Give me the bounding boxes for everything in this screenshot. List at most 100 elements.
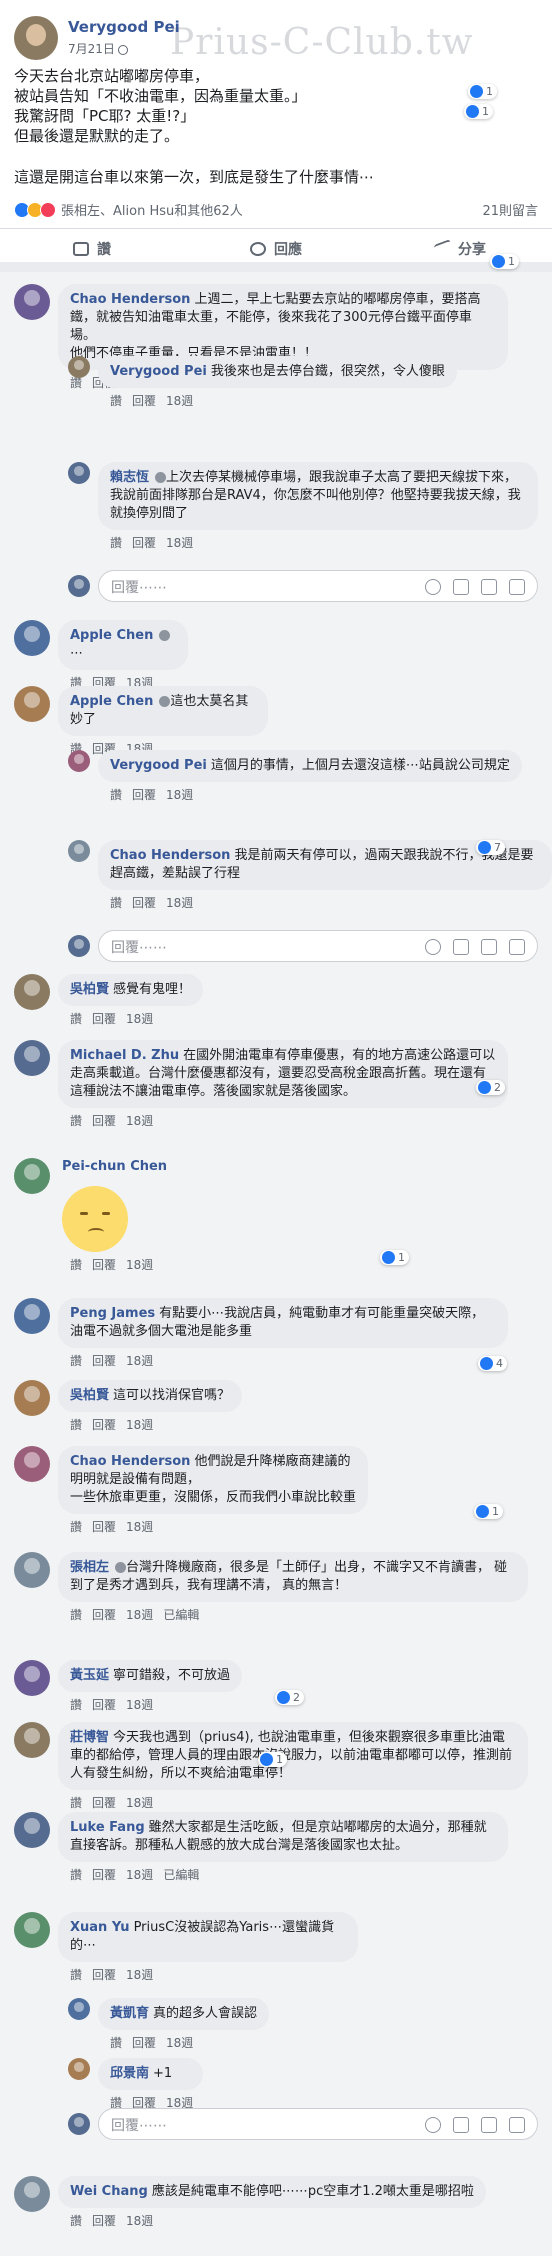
- comment-reply-link[interactable]: 回覆: [132, 394, 156, 408]
- gif-icon[interactable]: [481, 579, 497, 595]
- share-button[interactable]: 分享: [368, 229, 552, 268]
- comment-likes[interactable]: 1: [468, 84, 497, 99]
- commenter-avatar[interactable]: [14, 974, 50, 1010]
- sticker-icon[interactable]: [509, 939, 525, 955]
- comment-likes[interactable]: 4: [478, 1356, 507, 1371]
- post-date[interactable]: 7月21日: [68, 40, 128, 57]
- commenter-avatar[interactable]: [68, 750, 90, 772]
- comment-like-link[interactable]: 讚: [70, 1520, 82, 1534]
- gif-icon[interactable]: [481, 939, 497, 955]
- commenter-avatar[interactable]: [14, 1040, 50, 1076]
- comment-like-link[interactable]: 讚: [110, 2036, 122, 2050]
- comment-button[interactable]: 回應: [184, 229, 368, 268]
- comment-like-link[interactable]: 讚: [70, 2214, 82, 2228]
- comment-likes[interactable]: 7: [476, 840, 505, 855]
- comment-like-link[interactable]: 讚: [70, 1418, 82, 1432]
- commenter-avatar[interactable]: [14, 1660, 50, 1696]
- post-author[interactable]: Verygood Pei: [68, 18, 180, 36]
- camera-icon[interactable]: [453, 2117, 469, 2133]
- emoji-icon[interactable]: [425, 579, 441, 595]
- comment-like-link[interactable]: 讚: [110, 536, 122, 550]
- commenter-name[interactable]: Chao Henderson: [70, 292, 190, 307]
- comment-like-link[interactable]: 讚: [70, 1608, 82, 1622]
- commenter-name[interactable]: Apple Chen: [70, 694, 153, 709]
- camera-icon[interactable]: [453, 579, 469, 595]
- gif-icon[interactable]: [481, 2117, 497, 2133]
- comment-reply-link[interactable]: 回覆: [92, 2214, 116, 2228]
- comment-like-link[interactable]: 讚: [70, 1698, 82, 1712]
- commenter-name[interactable]: 張相左: [70, 1560, 109, 1575]
- comment-like-link[interactable]: 讚: [70, 1258, 82, 1272]
- commenter-avatar[interactable]: [14, 1722, 50, 1758]
- commenter-name[interactable]: 吳柏賢: [70, 982, 109, 997]
- commenter-avatar[interactable]: [14, 1298, 50, 1334]
- commenter-name[interactable]: Michael D. Zhu: [70, 1048, 179, 1063]
- commenter-avatar[interactable]: [14, 1446, 50, 1482]
- comment-likes[interactable]: 2: [476, 1080, 505, 1095]
- comment-reply-link[interactable]: 回覆: [92, 1796, 116, 1810]
- commenter-avatar[interactable]: [14, 686, 50, 722]
- commenter-avatar[interactable]: [68, 462, 90, 484]
- reactions-summary[interactable]: 張相左、Alion Hsu和其他62人: [14, 200, 243, 219]
- comment-like-link[interactable]: 讚: [70, 1354, 82, 1368]
- comment-likes[interactable]: 1: [380, 1250, 409, 1265]
- commenter-avatar[interactable]: [14, 620, 50, 656]
- commenter-avatar[interactable]: [14, 1812, 50, 1848]
- reply-input[interactable]: 回覆⋯⋯: [98, 570, 538, 602]
- author-avatar[interactable]: [14, 16, 58, 60]
- comment-reply-link[interactable]: 回覆: [92, 1698, 116, 1712]
- commenter-name[interactable]: 吳柏賢: [70, 1388, 109, 1403]
- comment-reply-link[interactable]: 回覆: [92, 1418, 116, 1432]
- sticker-icon[interactable]: [509, 579, 525, 595]
- comment-like-link[interactable]: 讚: [70, 1114, 82, 1128]
- commenter-name[interactable]: Chao Henderson: [110, 848, 230, 863]
- sticker-icon[interactable]: [509, 2117, 525, 2133]
- commenter-avatar[interactable]: [14, 284, 50, 320]
- commenter-name[interactable]: Chao Henderson: [70, 1454, 190, 1469]
- comment-like-link[interactable]: 讚: [70, 1796, 82, 1810]
- commenter-name[interactable]: Verygood Pei: [110, 364, 207, 379]
- comment-like-link[interactable]: 讚: [110, 788, 122, 802]
- commenter-name[interactable]: 莊博智: [70, 1730, 109, 1745]
- comment-reply-link[interactable]: 回覆: [132, 2036, 156, 2050]
- commenter-name[interactable]: 黃玉延: [70, 1668, 109, 1683]
- comment-count[interactable]: 21則留言: [482, 200, 538, 219]
- comment-reply-link[interactable]: 回覆: [132, 536, 156, 550]
- comment-reply-link[interactable]: 回覆: [92, 1114, 116, 1128]
- comment-reply-link[interactable]: 回覆: [92, 1968, 116, 1982]
- commenter-name[interactable]: Wei Chang: [70, 2184, 148, 2199]
- comment-reply-link[interactable]: 回覆: [92, 1608, 116, 1622]
- comment-reply-link[interactable]: 回覆: [92, 1258, 116, 1272]
- comment-reply-link[interactable]: 回覆: [92, 1868, 116, 1882]
- comment-likes[interactable]: 1: [258, 1752, 287, 1767]
- commenter-name[interactable]: 賴志恆: [110, 470, 149, 485]
- comment-reply-link[interactable]: 回覆: [92, 1520, 116, 1534]
- commenter-avatar[interactable]: [14, 1552, 50, 1588]
- comment-like-link[interactable]: 讚: [110, 394, 122, 408]
- like-button[interactable]: 讚: [0, 229, 184, 268]
- comment-likes[interactable]: 1: [464, 104, 493, 119]
- emoji-icon[interactable]: [425, 939, 441, 955]
- comment-like-link[interactable]: 讚: [70, 1868, 82, 1882]
- comment-like-link[interactable]: 讚: [110, 896, 122, 910]
- commenter-name[interactable]: Verygood Pei: [110, 758, 207, 773]
- commenter-avatar[interactable]: [68, 356, 90, 378]
- commenter-avatar[interactable]: [14, 1912, 50, 1948]
- comment-reply-link[interactable]: 回覆: [132, 788, 156, 802]
- comment-like-link[interactable]: 讚: [70, 1012, 82, 1026]
- camera-icon[interactable]: [453, 939, 469, 955]
- commenter-name[interactable]: 邱景南: [110, 2066, 149, 2081]
- reply-input[interactable]: 回覆⋯⋯: [98, 930, 538, 962]
- commenter-avatar[interactable]: [68, 840, 90, 862]
- comment-like-link[interactable]: 讚: [70, 1968, 82, 1982]
- comment-reply-link[interactable]: 回覆: [92, 1354, 116, 1368]
- comment-likes[interactable]: 2: [275, 1690, 304, 1705]
- commenter-avatar[interactable]: [14, 2176, 50, 2212]
- commenter-name[interactable]: Apple Chen: [70, 628, 153, 643]
- emoji-icon[interactable]: [425, 2117, 441, 2133]
- commenter-avatar[interactable]: [68, 1998, 90, 2020]
- comment-likes[interactable]: 1: [474, 1504, 503, 1519]
- commenter-name[interactable]: Xuan Yu: [70, 1920, 130, 1935]
- commenter-avatar[interactable]: [14, 1380, 50, 1416]
- commenter-avatar[interactable]: [68, 2058, 90, 2080]
